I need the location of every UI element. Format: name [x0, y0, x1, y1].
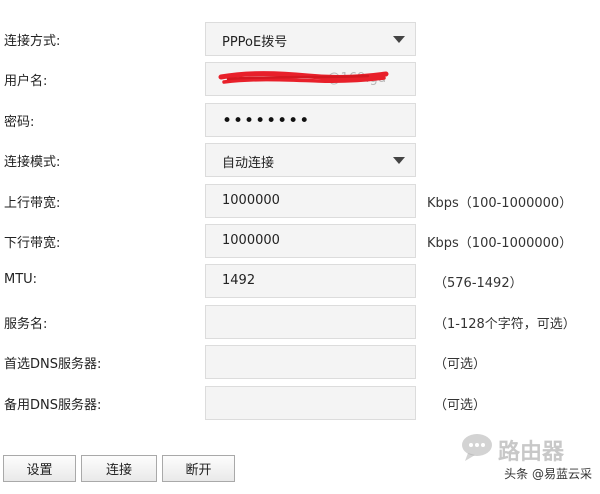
upload-bandwidth-value: 1000000 — [222, 193, 280, 208]
upload-bandwidth-hint: Kbps（100-1000000） — [427, 196, 573, 211]
row-service-name: 服务名: （1-128个字符，可选） — [0, 305, 600, 339]
service-name-hint: （1-128个字符，可选） — [434, 317, 576, 332]
row-connection-mode: 连接模式: 自动连接 — [0, 143, 600, 177]
connection-mode-select[interactable]: 自动连接 — [205, 143, 416, 177]
pppoe-settings-form: 连接方式: PPPoE拨号 用户名: @169.gd 密码: •••••••• … — [0, 0, 600, 494]
mtu-label: MTU: — [4, 272, 38, 287]
mtu-input[interactable]: 1492 — [205, 264, 416, 298]
primary-dns-input[interactable] — [205, 345, 416, 379]
chevron-down-icon — [393, 157, 405, 164]
disconnect-button[interactable]: 断开 — [162, 455, 235, 482]
download-bandwidth-label: 下行带宽: — [4, 236, 61, 251]
username-label: 用户名: — [4, 74, 48, 89]
service-name-input[interactable] — [205, 305, 416, 339]
connection-mode-label: 连接模式: — [4, 155, 61, 170]
mtu-value: 1492 — [222, 273, 256, 288]
chevron-down-icon — [393, 36, 405, 43]
primary-dns-label: 首选DNS服务器: — [4, 357, 102, 372]
row-download-bandwidth: 下行带宽: 1000000 Kbps（100-1000000） — [0, 224, 600, 258]
service-name-label: 服务名: — [4, 317, 48, 332]
password-label: 密码: — [4, 115, 35, 130]
settings-button[interactable]: 设置 — [3, 455, 76, 482]
row-secondary-dns: 备用DNS服务器: （可选） — [0, 386, 600, 420]
upload-bandwidth-input[interactable]: 1000000 — [205, 184, 416, 218]
chat-bubble-icon — [462, 434, 492, 461]
download-bandwidth-hint: Kbps（100-1000000） — [427, 236, 573, 251]
download-bandwidth-value: 1000000 — [222, 233, 280, 248]
upload-bandwidth-label: 上行带宽: — [4, 196, 61, 211]
password-input[interactable]: •••••••• — [205, 103, 416, 137]
connection-mode-value: 自动连接 — [222, 156, 275, 171]
download-bandwidth-input[interactable]: 1000000 — [205, 224, 416, 258]
secondary-dns-input[interactable] — [205, 386, 416, 420]
redaction-scribble-icon — [218, 71, 389, 84]
row-mtu: MTU: 1492 （576-1492） — [0, 264, 600, 298]
row-connection-type: 连接方式: PPPoE拨号 — [0, 22, 600, 56]
connect-button[interactable]: 连接 — [81, 455, 157, 482]
watermark-brand: 路由器 — [498, 440, 565, 465]
row-primary-dns: 首选DNS服务器: （可选） — [0, 345, 600, 379]
connection-type-label: 连接方式: — [4, 34, 61, 49]
watermark: 路由器 头条 @易蓝云采 — [460, 432, 592, 490]
connection-type-select[interactable]: PPPoE拨号 — [205, 22, 416, 56]
password-value: •••••••• — [222, 111, 311, 131]
primary-dns-hint: （可选） — [434, 357, 487, 372]
mtu-hint: （576-1492） — [434, 276, 523, 291]
row-password: 密码: •••••••• — [0, 103, 600, 137]
secondary-dns-hint: （可选） — [434, 398, 487, 413]
secondary-dns-label: 备用DNS服务器: — [4, 398, 102, 413]
row-upload-bandwidth: 上行带宽: 1000000 Kbps（100-1000000） — [0, 184, 600, 218]
connection-type-value: PPPoE拨号 — [222, 35, 288, 50]
row-username: 用户名: @169.gd — [0, 62, 600, 96]
watermark-byline: 头条 @易蓝云采 — [504, 467, 592, 481]
username-input[interactable]: @169.gd — [205, 62, 416, 96]
